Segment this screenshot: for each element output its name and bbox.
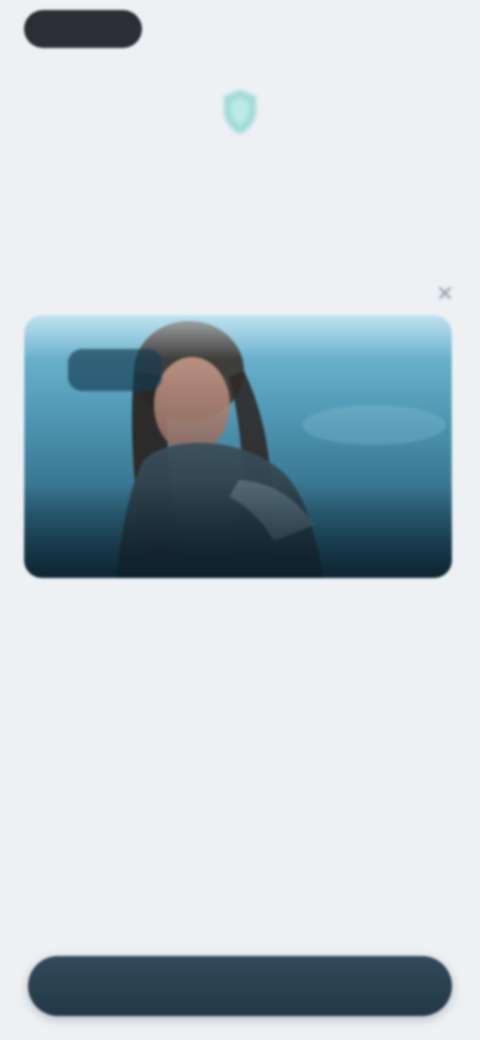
close-button[interactable] bbox=[428, 276, 462, 310]
teal-shield-svg bbox=[224, 90, 256, 134]
close-icon bbox=[439, 287, 451, 299]
water-reflection bbox=[302, 405, 446, 445]
person-face bbox=[154, 357, 230, 453]
page-title bbox=[148, 170, 332, 192]
section-label bbox=[28, 283, 328, 301]
video-thumbnail[interactable] bbox=[24, 315, 452, 578]
video-badge bbox=[68, 349, 162, 391]
app-screen bbox=[0, 0, 480, 1040]
top-pill-button[interactable] bbox=[24, 10, 142, 48]
primary-cta-button[interactable] bbox=[28, 956, 452, 1016]
teal-shield-icon bbox=[210, 82, 270, 142]
description-text bbox=[26, 636, 392, 692]
